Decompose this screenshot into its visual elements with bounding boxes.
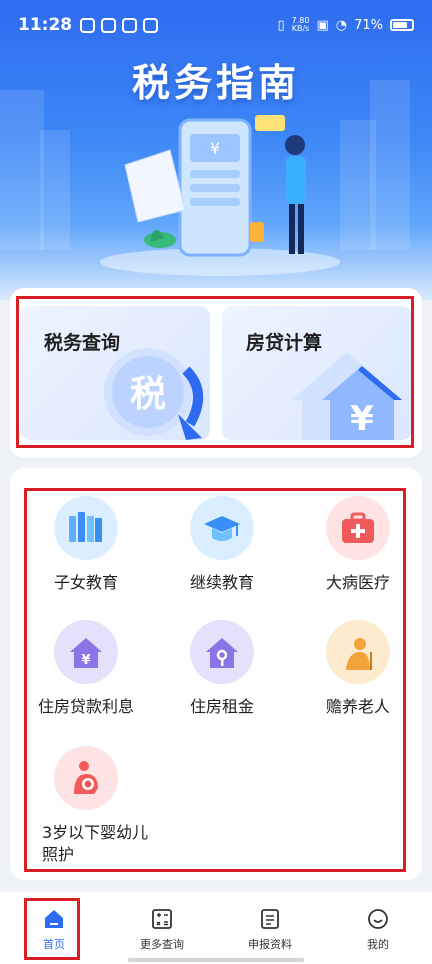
- deduction-item-continuing-education[interactable]: 继续教育: [154, 496, 290, 594]
- deduction-item-housing-rent[interactable]: 住房租金: [154, 620, 290, 718]
- deduction-label: 赡养老人: [325, 697, 390, 716]
- books-icon: [54, 496, 118, 560]
- net-speed: 7.80 KB/s: [291, 16, 310, 33]
- wifi-icon: ◔: [335, 17, 348, 33]
- elderly-icon: [326, 620, 390, 684]
- tax-magnifier-icon: 税: [104, 348, 203, 440]
- battery-icon: [390, 19, 414, 31]
- nav-mine-label: 我的: [367, 938, 389, 951]
- deduction-label: 继续教育: [189, 573, 254, 592]
- vibrate-icon: ▯: [277, 17, 285, 33]
- home-icon: [45, 910, 63, 928]
- deduction-label: 大病医疗: [325, 573, 390, 592]
- deduction-item-elderly-support[interactable]: 赡养老人: [290, 620, 426, 718]
- infant-care-icon: [54, 746, 118, 810]
- nav-more-queries-label: 更多查询: [140, 938, 184, 951]
- nav-more-queries[interactable]: 更多查询: [108, 892, 216, 964]
- deduction-item-children-education[interactable]: 子女教育: [18, 496, 154, 594]
- yuan-glyph: ¥: [210, 139, 220, 158]
- tiktok-icon: [80, 17, 96, 33]
- nav-mine[interactable]: 我的: [324, 892, 432, 964]
- status-indicators: ▯ 7.80 KB/s ▣ ◔ 71%: [277, 17, 414, 33]
- deduction-item-infant-care[interactable]: 3岁以下婴幼儿照护: [18, 746, 154, 866]
- nav-home[interactable]: 首页: [0, 892, 108, 964]
- nav-home-label: 首页: [43, 938, 65, 951]
- message-icon: [101, 17, 117, 33]
- deduction-label: 3岁以下婴幼儿照护: [42, 823, 149, 864]
- graduation-cap-icon: [190, 496, 254, 560]
- notification-icons: [80, 17, 159, 33]
- house-yuan-icon: ¥: [292, 352, 402, 440]
- nav-filing-docs-label: 申报资料: [248, 938, 292, 951]
- deduction-label: 子女教育: [53, 573, 118, 592]
- page-title: 税务指南: [131, 61, 300, 105]
- hero-illustration: ¥: [100, 115, 340, 276]
- deduction-item-mortgage-interest[interactable]: ¥ 住房贷款利息: [18, 620, 154, 718]
- mortgage-calc-button[interactable]: 房贷计算 ¥: [222, 306, 412, 440]
- svg-text:¥: ¥: [81, 653, 90, 668]
- document-icon: [261, 909, 279, 929]
- tax-glyph: 税: [130, 374, 166, 415]
- quick-actions-card: 税务查询 税 房贷计算 ¥: [10, 288, 422, 458]
- battery-percent: 71%: [354, 17, 383, 33]
- deduction-label: 住房租金: [189, 697, 254, 716]
- status-bar: 11:28 ▯ 7.80 KB/s ▣ ◔ 71%: [0, 0, 432, 50]
- house-key-icon: [190, 620, 254, 684]
- deduction-grid-card: 子女教育 继续教育 大病医疗 ¥ 住房贷款利息 住房租金 赡养老人 3岁以下婴幼…: [10, 468, 422, 880]
- calculator-icon: [152, 909, 172, 929]
- home-indicator: [128, 958, 304, 962]
- hero-banner: 11:28 ▯ 7.80 KB/s ▣ ◔ 71% 税务指南 ¥: [0, 0, 432, 300]
- medical-kit-icon: [326, 496, 390, 560]
- deduction-item-serious-illness[interactable]: 大病医疗: [290, 496, 426, 594]
- bottom-navigation: 首页 更多查询 申报资料 我的: [0, 892, 432, 964]
- smile-icon: [368, 909, 388, 929]
- tax-query-button[interactable]: 税务查询 税: [20, 306, 210, 440]
- status-time: 11:28: [18, 15, 73, 35]
- deduction-label: 住房贷款利息: [37, 697, 134, 716]
- app-square-icon: [143, 17, 159, 33]
- yuan-glyph: ¥: [350, 399, 374, 439]
- nav-filing-docs[interactable]: 申报资料: [216, 892, 324, 964]
- data-icon: ▣: [316, 17, 329, 33]
- house-yuan-icon: ¥: [54, 620, 118, 684]
- app-icon: [122, 17, 138, 33]
